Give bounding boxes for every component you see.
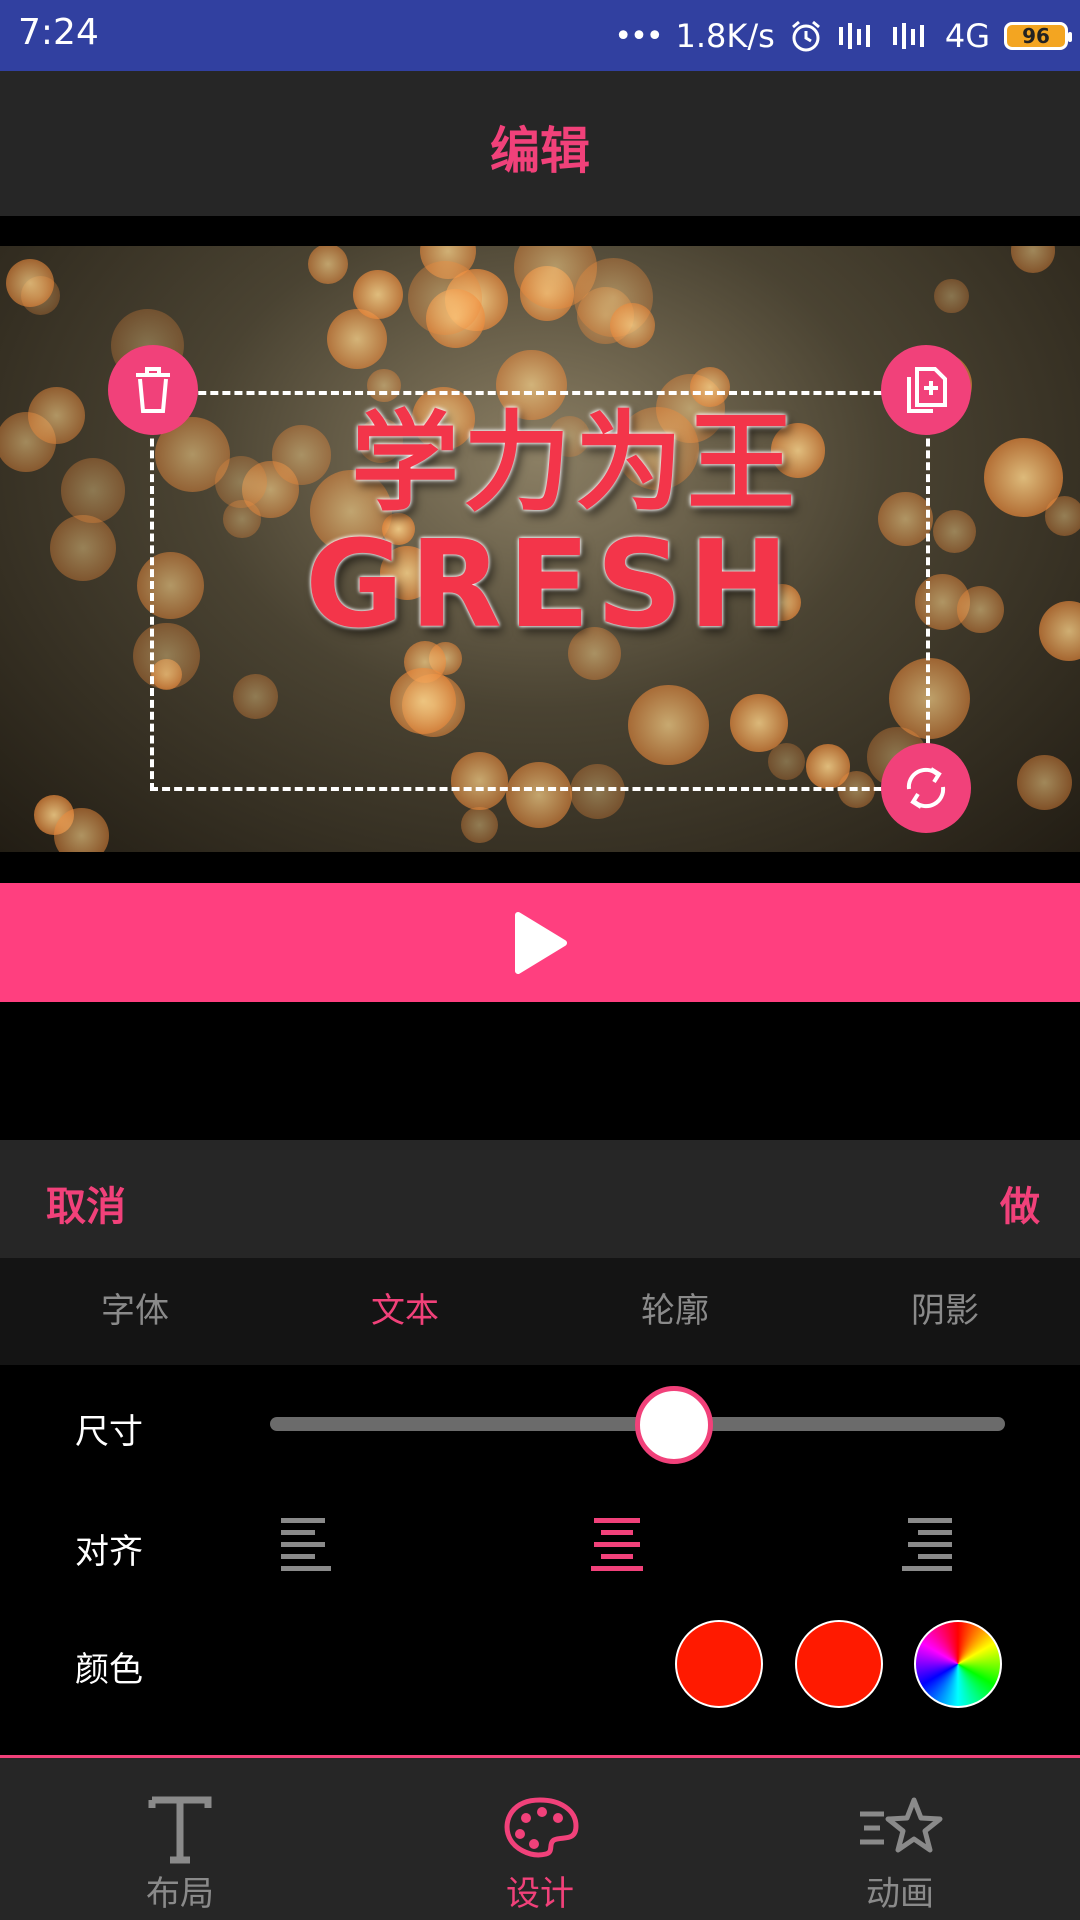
play-icon[interactable] bbox=[510, 911, 570, 975]
nav-animation[interactable]: 动画 bbox=[800, 1758, 1000, 1920]
play-bar[interactable] bbox=[0, 883, 1080, 1002]
rotate-icon bbox=[906, 767, 946, 809]
status-bar: 7:24 ••• 1.8K/s 4G 96 bbox=[0, 0, 1080, 71]
nav-design[interactable]: 设计 bbox=[440, 1758, 640, 1920]
bokeh-light bbox=[308, 246, 349, 284]
design-tabs: 字体 文本 轮廓 阴影 bbox=[0, 1258, 1080, 1365]
bokeh-light bbox=[407, 261, 483, 336]
cancel-button[interactable]: 取消 bbox=[46, 1174, 126, 1232]
page-title: 编辑 bbox=[490, 122, 590, 180]
color-wheel-icon[interactable] bbox=[914, 1620, 1002, 1708]
align-left-icon[interactable] bbox=[281, 1518, 333, 1572]
bokeh-light bbox=[353, 269, 403, 319]
nav-design-label: 设计 bbox=[506, 1874, 574, 1914]
bokeh-light bbox=[5, 258, 54, 307]
rotate-handle[interactable] bbox=[881, 743, 971, 833]
nav-layout-label: 布局 bbox=[146, 1874, 214, 1914]
align-label: 对齐 bbox=[75, 1532, 143, 1572]
bokeh-light bbox=[609, 303, 655, 349]
trash-icon bbox=[136, 367, 170, 413]
text-color-swatch[interactable] bbox=[675, 1620, 763, 1708]
signal-icon bbox=[837, 21, 877, 51]
copy-icon bbox=[907, 367, 947, 413]
battery-icon: 96 bbox=[1004, 22, 1072, 50]
preview-text-line2[interactable]: GRESH bbox=[0, 516, 1080, 655]
align-right-icon[interactable] bbox=[900, 1518, 952, 1572]
video-preview[interactable]: 学力为王 GRESH bbox=[0, 246, 1080, 852]
size-label: 尺寸 bbox=[75, 1412, 143, 1452]
battery-level: 96 bbox=[1022, 24, 1050, 48]
nav-layout[interactable]: 布局 bbox=[80, 1758, 280, 1920]
tab-font[interactable]: 字体 bbox=[0, 1258, 270, 1365]
nav-animation-label: 动画 bbox=[866, 1874, 934, 1914]
palette-icon bbox=[504, 1797, 579, 1858]
bokeh-light bbox=[934, 279, 969, 314]
header-bar: 编辑 bbox=[0, 71, 1080, 216]
alarm-icon bbox=[789, 19, 823, 53]
network-type: 4G bbox=[944, 17, 990, 55]
star-animation-icon bbox=[860, 1797, 943, 1853]
tab-outline[interactable]: 轮廓 bbox=[540, 1258, 810, 1365]
delete-handle[interactable] bbox=[108, 345, 198, 435]
align-center-icon[interactable] bbox=[591, 1518, 643, 1572]
size-slider-thumb[interactable] bbox=[635, 1386, 713, 1464]
network-speed: 1.8K/s bbox=[675, 17, 775, 55]
tab-text[interactable]: 文本 bbox=[270, 1258, 540, 1365]
bokeh-light bbox=[461, 806, 499, 844]
bottom-nav: 布局 设计 动画 bbox=[0, 1755, 1080, 1920]
status-time: 7:24 bbox=[18, 12, 99, 53]
bokeh-light bbox=[1010, 246, 1056, 273]
bokeh-light bbox=[1016, 755, 1073, 811]
color-label: 颜色 bbox=[75, 1650, 143, 1690]
signal-icon bbox=[891, 21, 931, 51]
done-button[interactable]: 做 bbox=[1000, 1174, 1040, 1232]
bokeh-light bbox=[54, 808, 109, 852]
text-color-swatch-secondary[interactable] bbox=[795, 1620, 883, 1708]
tab-shadow[interactable]: 阴影 bbox=[810, 1258, 1080, 1365]
dots-icon: ••• bbox=[614, 18, 663, 54]
action-bar: 取消 做 bbox=[0, 1140, 1080, 1258]
duplicate-handle[interactable] bbox=[881, 345, 971, 435]
text-icon bbox=[148, 1796, 212, 1864]
status-icons: ••• 1.8K/s 4G 96 bbox=[614, 14, 1072, 58]
